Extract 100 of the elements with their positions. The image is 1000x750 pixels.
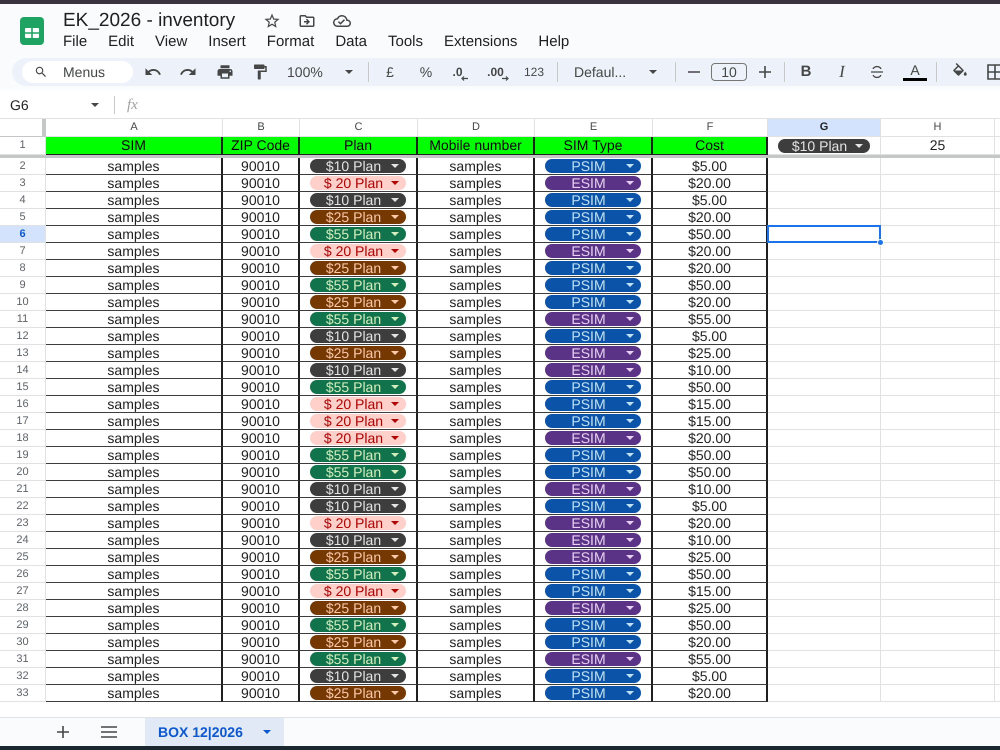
dropdown-chip[interactable]: ESIM — [545, 516, 641, 530]
dropdown-chip[interactable]: $55 Plan — [310, 465, 406, 479]
row-number[interactable]: 24 — [0, 532, 46, 549]
dropdown-chip[interactable]: PSIM — [545, 261, 641, 275]
dropdown-chip[interactable]: $55 Plan — [310, 567, 406, 581]
menu-item[interactable]: Data — [335, 32, 367, 52]
plus-icon[interactable] — [759, 66, 771, 78]
dropdown-chip[interactable]: PSIM — [545, 329, 641, 343]
dropdown-chip[interactable]: PSIM — [545, 159, 641, 173]
row-number[interactable]: 3 — [0, 175, 46, 192]
dropdown-chip[interactable]: PSIM — [545, 380, 641, 394]
dropdown-chip[interactable]: $55 Plan — [310, 227, 406, 241]
dropdown-chip[interactable]: ESIM — [545, 482, 641, 496]
dropdown-chip[interactable]: $10 Plan — [310, 669, 406, 683]
dropdown-chip[interactable]: $ 20 Plan — [310, 516, 406, 530]
dropdown-chip[interactable]: $10 Plan — [310, 533, 406, 547]
dropdown-chip[interactable]: $10 Plan — [310, 363, 406, 377]
menu-search-field[interactable]: Menus — [22, 61, 133, 83]
dropdown-chip[interactable]: ESIM — [545, 533, 641, 547]
row-number[interactable]: 4 — [0, 192, 46, 209]
dropdown-chip[interactable]: $25 Plan — [310, 210, 406, 224]
dropdown-chip[interactable]: ESIM — [545, 244, 641, 258]
spreadsheet-icon[interactable] — [18, 17, 46, 45]
folder-icon[interactable] — [298, 12, 316, 30]
row-number[interactable]: 21 — [0, 481, 46, 498]
dropdown-chip[interactable]: ESIM — [545, 312, 641, 326]
dropdown-chip[interactable]: $25 Plan — [310, 686, 406, 700]
dropdown-chip[interactable]: $ 20 Plan — [310, 244, 406, 258]
font-dropdown[interactable]: Defaul... — [574, 62, 657, 82]
dropdown-chip[interactable]: $10 Plan — [310, 159, 406, 173]
dropdown-chip[interactable]: $55 Plan — [310, 618, 406, 632]
currency-button[interactable]: £ — [379, 62, 401, 82]
name-box[interactable]: G6 — [0, 94, 105, 116]
paint-roller-icon[interactable] — [251, 63, 269, 81]
sheet-tab[interactable]: BOX 12|2026 — [145, 718, 284, 746]
dropdown-chip[interactable]: PSIM — [545, 635, 641, 649]
dropdown-chip[interactable]: ESIM — [545, 363, 641, 377]
dropdown-chip[interactable]: $10 Plan — [310, 499, 406, 513]
dropdown-chip[interactable]: $ 20 Plan — [310, 431, 406, 445]
row-number[interactable]: 11 — [0, 311, 46, 328]
star-icon[interactable] — [263, 12, 282, 30]
dropdown-chip[interactable]: ESIM — [545, 550, 641, 564]
column-header[interactable]: H — [881, 119, 995, 137]
dropdown-chip[interactable]: PSIM — [545, 686, 641, 700]
column-header[interactable]: C — [300, 119, 418, 137]
dropdown-chip[interactable]: PSIM — [545, 193, 641, 207]
dropdown-chip[interactable]: $10 Plan — [310, 193, 406, 207]
print-icon[interactable] — [216, 63, 234, 81]
text-color-button[interactable]: A — [902, 63, 928, 81]
menu-item[interactable]: File — [63, 32, 88, 52]
dropdown-chip[interactable]: $25 Plan — [310, 601, 406, 615]
dropdown-chip[interactable]: PSIM — [545, 499, 641, 513]
row-number[interactable]: 13 — [0, 345, 46, 362]
dropdown-chip[interactable]: ESIM — [545, 176, 641, 190]
dropdown-chip[interactable]: $ 20 Plan — [310, 397, 406, 411]
strikethrough-icon[interactable] — [868, 63, 886, 81]
row-number[interactable]: 1 — [0, 137, 46, 155]
dropdown-chip[interactable]: PSIM — [545, 448, 641, 462]
column-header[interactable]: G — [768, 119, 881, 137]
row-number[interactable]: 9 — [0, 277, 46, 294]
column-header[interactable]: E — [535, 119, 653, 137]
dropdown-chip[interactable]: $25 Plan — [310, 261, 406, 275]
italic-button[interactable]: I — [833, 59, 851, 85]
dropdown-chip[interactable]: PSIM — [545, 584, 641, 598]
row-number[interactable]: 32 — [0, 668, 46, 685]
dropdown-chip[interactable]: ESIM — [545, 652, 641, 666]
dropdown-chip[interactable]: $25 Plan — [310, 295, 406, 309]
menu-item[interactable]: Tools — [388, 32, 424, 52]
fill-handle[interactable] — [877, 239, 884, 246]
increase-decimals-button[interactable]: .00 — [484, 63, 512, 81]
row-number[interactable]: 5 — [0, 209, 46, 226]
dropdown-chip[interactable]: $10 Plan — [310, 482, 406, 496]
dropdown-chip[interactable]: $ 20 Plan — [310, 414, 406, 428]
dropdown-chip[interactable]: PSIM — [545, 567, 641, 581]
column-header[interactable]: B — [223, 119, 300, 137]
font-size-field[interactable]: 10 — [711, 63, 747, 81]
dropdown-chip[interactable]: PSIM — [545, 210, 641, 224]
dropdown-chip[interactable]: ESIM — [545, 346, 641, 360]
row-number[interactable]: 20 — [0, 464, 46, 481]
dropdown-chip[interactable]: $25 Plan — [310, 346, 406, 360]
dropdown-chip[interactable]: PSIM — [545, 397, 641, 411]
dropdown-chip[interactable]: $25 Plan — [310, 550, 406, 564]
row-number[interactable]: 16 — [0, 396, 46, 413]
dropdown-chip[interactable]: $10 Plan — [778, 138, 870, 152]
dropdown-chip[interactable]: PSIM — [545, 227, 641, 241]
column-header[interactable]: F — [653, 119, 768, 137]
plus-icon[interactable] — [56, 725, 70, 739]
menu-item[interactable]: Insert — [208, 32, 246, 52]
dropdown-chip[interactable]: $55 Plan — [310, 312, 406, 326]
row-number[interactable]: 22 — [0, 498, 46, 515]
row-number[interactable]: 10 — [0, 294, 46, 311]
dropdown-chip[interactable]: $ 20 Plan — [310, 176, 406, 190]
dropdown-chip[interactable]: PSIM — [545, 669, 641, 683]
row-number[interactable]: 25 — [0, 549, 46, 566]
row-number[interactable]: 14 — [0, 362, 46, 379]
row-number[interactable]: 28 — [0, 600, 46, 617]
row-number[interactable]: 33 — [0, 685, 46, 702]
row-number[interactable]: 27 — [0, 583, 46, 600]
bold-button[interactable]: B — [797, 60, 815, 84]
row-number[interactable]: 30 — [0, 634, 46, 651]
